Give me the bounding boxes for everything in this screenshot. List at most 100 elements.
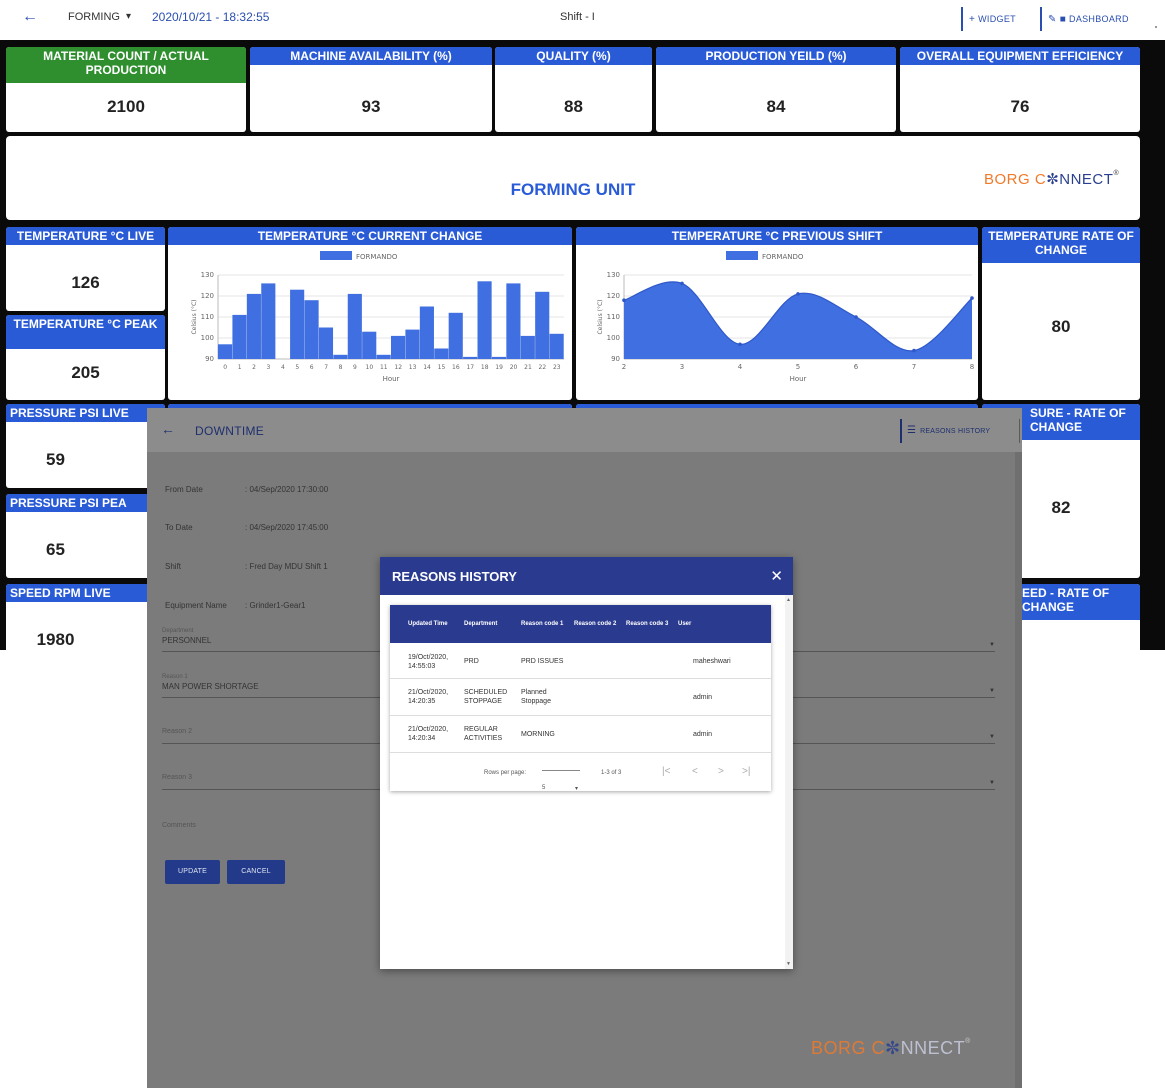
x-tick-label: 5: [295, 364, 299, 371]
dialog-title: REASONS HISTORY: [392, 569, 517, 584]
chart-current-title: TEMPERATURE °C CURRENT CHANGE: [168, 227, 572, 245]
x-tick-label: 2: [252, 364, 256, 371]
menu-dot: [1155, 26, 1157, 28]
tile-temperature-peak: TEMPERATURE °C PEAK 205: [6, 315, 165, 400]
x-tick-label: 15: [438, 364, 446, 371]
tile-temperature-live-value: 126: [71, 273, 100, 292]
forming-unit-banner: FORMING UNIT BORG C✼NNECT®: [6, 136, 1140, 220]
tile-temperature-live-label: TEMPERATURE °C LIVE: [6, 227, 165, 245]
dashboard-label: DASHBOARD: [1069, 14, 1129, 24]
to-date-value: : 04/Sep/2020 17:45:00: [245, 523, 329, 532]
kpi-yield-label: PRODUCTION YEILD (%): [656, 47, 896, 65]
y-tick-label: 90: [205, 355, 214, 363]
data-point: [970, 296, 974, 300]
caret-down-icon[interactable]: ▾: [126, 11, 131, 22]
y-tick-label: 100: [201, 334, 214, 342]
reasons-history-table: Updated Time Department Reason code 1 Re…: [390, 605, 771, 792]
dropdown-arrow-icon: ▼: [989, 642, 995, 648]
unit-selector[interactable]: FORMING: [68, 11, 120, 23]
legend-label: FORMANDO: [356, 253, 398, 261]
banner-title: FORMING UNIT: [510, 180, 636, 199]
col-reason-code-3: Reason code 3: [626, 621, 669, 627]
kpi-availability: MACHINE AVAILABILITY (%) 93: [250, 47, 492, 132]
cancel-button[interactable]: CANCEL: [227, 860, 285, 884]
bar: [477, 281, 492, 359]
bar: [290, 289, 305, 359]
bar: [405, 329, 420, 359]
table-row[interactable]: 21/Oct/2020, 14:20:34 REGULAR ACTIVITIES…: [390, 717, 771, 753]
x-tick-label: 17: [466, 364, 474, 371]
kpi-material-label: MATERIAL COUNT / ACTUAL PRODUCTION: [6, 47, 246, 83]
rows-per-page-label: Rows per page:: [484, 770, 527, 776]
x-tick-label: 13: [409, 364, 417, 371]
dialog-scrollbar[interactable]: ▲ ▼: [785, 595, 793, 969]
kpi-oee-label: OVERALL EQUIPMENT EFFICIENCY: [900, 47, 1140, 65]
tile-temperature-rate: TEMPERATURE RATE OF CHANGE 80: [982, 227, 1140, 400]
chart-previous-title: TEMPERATURE °C PREVIOUS SHIFT: [576, 227, 978, 245]
shift-value: : Fred Day MDU Shift 1: [245, 562, 328, 571]
reasons-history-button[interactable]: ☰ REASONS HISTORY: [900, 419, 1020, 443]
x-tick-label: 22: [539, 364, 547, 371]
bar: [419, 306, 434, 359]
bar: [318, 327, 334, 359]
x-tick-label: 12: [394, 364, 402, 371]
dashboard-button[interactable]: ✎ ■ DASHBOARD: [1040, 7, 1152, 31]
rows-per-page-select[interactable]: 5 ▾: [542, 770, 580, 792]
x-tick-label: 6: [854, 363, 859, 371]
from-date-value: : 04/Sep/2020 17:30:00: [245, 485, 329, 494]
y-tick-label: 90: [611, 355, 620, 363]
tile-pressure-peak-value: 65: [46, 540, 65, 559]
chart-previous-svg: FORMANDO 90 100 110 120 130 Hour Celsius (°C) 2 3…: [597, 251, 974, 383]
comments-label: Comments: [162, 822, 196, 829]
update-button[interactable]: UPDATE: [165, 860, 220, 884]
dropdown-arrow-icon: ▼: [989, 734, 995, 740]
kpi-yield: PRODUCTION YEILD (%) 84: [656, 47, 896, 132]
bar: [362, 331, 377, 359]
tile-pressure-live-label: PRESSURE PSI LIVE: [6, 404, 165, 422]
shift-label: Shift: [165, 562, 182, 571]
data-point: [912, 348, 916, 353]
downtime-header: ← DOWNTIME ☰ REASONS HISTORY: [147, 408, 1022, 452]
previous-page-icon[interactable]: <: [692, 766, 698, 777]
table-row[interactable]: 21/Oct/2020, 14:20:35 SCHEDULED STOPPAGE…: [390, 680, 771, 716]
bar: [391, 335, 406, 359]
table-header: Updated Time Department Reason code 1 Re…: [390, 605, 771, 643]
widget-button[interactable]: + WIDGET: [961, 7, 1027, 31]
tile-pressure-peak-label: PRESSURE PSI PEA: [6, 494, 165, 512]
kpi-availability-value: 93: [361, 97, 381, 116]
scroll-up-icon[interactable]: ▲: [786, 597, 791, 603]
scroll-down-icon[interactable]: ▼: [786, 961, 791, 967]
kpi-oee-value: 76: [1010, 97, 1030, 116]
chart-temperature-previous: TEMPERATURE °C PREVIOUS SHIFT FORMANDO 90…: [576, 227, 978, 400]
x-tick-label: 2: [622, 363, 626, 371]
widget-label: WIDGET: [978, 14, 1016, 24]
x-tick-label: 7: [324, 364, 328, 371]
y-tick-label: 110: [201, 313, 214, 321]
col-user: User: [678, 621, 692, 627]
tile-temperature-peak-value: 205: [71, 363, 100, 382]
close-icon[interactable]: ✕: [770, 567, 783, 585]
downtime-title: DOWNTIME: [195, 424, 265, 438]
arrow-left-icon[interactable]: ←: [161, 421, 175, 437]
x-tick-label: 10: [366, 364, 374, 371]
kpi-material-count: MATERIAL COUNT / ACTUAL PRODUCTION 2100: [6, 47, 246, 132]
next-page-icon[interactable]: >: [718, 766, 724, 777]
col-department: Department: [464, 621, 498, 627]
downtime-scrollbar[interactable]: [1015, 452, 1022, 1088]
tile-speed-live: SPEED RPM LIVE 1980: [6, 584, 165, 650]
x-tick-label: 16: [452, 364, 460, 371]
x-tick-label: 14: [423, 364, 431, 371]
datetime-display: 2020/10/21 - 18:32:55: [152, 10, 270, 24]
table-row[interactable]: 19/Oct/2020, 14:55:03 PRD PRD ISSUES mah…: [390, 643, 771, 679]
tile-temperature-rate-label: TEMPERATURE RATE OF CHANGE: [982, 227, 1140, 263]
x-tick-label: 7: [912, 363, 916, 371]
y-tick-label: 120: [607, 292, 620, 300]
arrow-left-icon[interactable]: ←: [22, 8, 38, 26]
tile-temperature-rate-value: 80: [1051, 317, 1071, 336]
bar: [520, 335, 535, 359]
tile-temperature-peak-label: TEMPERATURE °C PEAK: [6, 315, 165, 349]
last-page-icon[interactable]: >|: [742, 766, 750, 777]
first-page-icon[interactable]: |<: [662, 766, 670, 777]
kpi-yield-value: 84: [766, 97, 786, 116]
x-tick-label: 11: [380, 364, 388, 371]
